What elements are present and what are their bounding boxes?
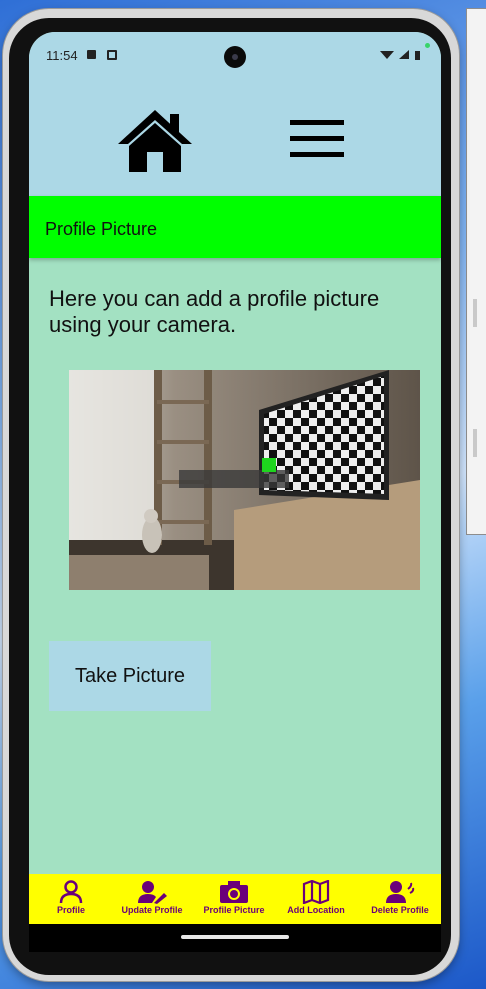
nav-profile-picture[interactable]: Profile Picture <box>199 874 269 924</box>
map-icon <box>302 880 330 904</box>
page-title-bar: Profile Picture <box>29 196 441 258</box>
gesture-area <box>29 924 441 952</box>
home-button[interactable] <box>114 106 196 176</box>
nav-add-location-label: Add Location <box>287 905 345 915</box>
person-remove-icon <box>386 881 415 903</box>
nav-delete-profile-label: Delete Profile <box>371 905 429 915</box>
window-edge-mark <box>473 429 477 457</box>
app-screen: 11:54 Profile Picture Here you can add a… <box>29 32 441 952</box>
hamburger-menu-icon <box>290 120 344 125</box>
status-time: 11:54 <box>46 48 78 63</box>
front-camera <box>224 46 246 68</box>
take-picture-button[interactable]: Take Picture <box>49 641 211 711</box>
person-icon <box>59 880 83 904</box>
nav-update-profile[interactable]: Update Profile <box>117 874 187 924</box>
nav-profile[interactable]: Profile <box>49 874 93 924</box>
app-header <box>29 78 441 196</box>
page-title: Profile Picture <box>45 219 158 239</box>
notification-icon <box>107 50 117 60</box>
nav-profile-picture-label: Profile Picture <box>203 905 265 915</box>
bottom-navigation: Profile Update Profile Profile Picture A… <box>29 874 441 924</box>
status-bar: 11:54 <box>29 32 441 78</box>
home-icon <box>118 110 192 172</box>
nav-add-location[interactable]: Add Location <box>283 874 349 924</box>
intro-text: Here you can add a profile picture using… <box>49 286 380 337</box>
person-edit-icon <box>138 881 167 904</box>
window-edge-mark <box>473 299 477 327</box>
nav-update-profile-label: Update Profile <box>121 905 183 915</box>
nav-delete-profile[interactable]: Delete Profile <box>367 874 433 924</box>
sd-card-icon <box>87 50 96 59</box>
camera-icon <box>220 881 248 903</box>
signal-battery-icons <box>380 50 420 60</box>
camera-preview-image <box>69 370 420 590</box>
hamburger-menu-icon <box>290 136 344 141</box>
home-gesture-bar[interactable] <box>181 935 289 939</box>
hamburger-menu-icon <box>290 152 344 157</box>
background-window <box>466 8 486 535</box>
nav-profile-label: Profile <box>56 905 85 915</box>
menu-button[interactable] <box>290 120 344 160</box>
privacy-indicator <box>425 43 430 48</box>
